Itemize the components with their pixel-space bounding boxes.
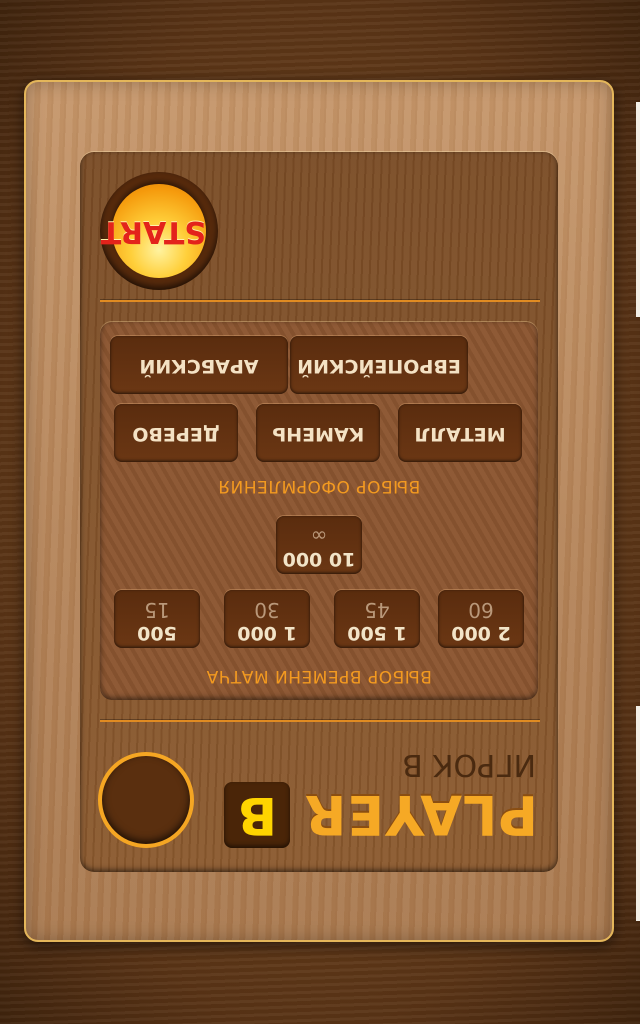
divider-top xyxy=(100,720,540,722)
edge-strip-bottom xyxy=(636,706,640,921)
player-header: PLAYER B ИГРОК B xyxy=(98,742,538,850)
edge-strip-top xyxy=(636,102,640,317)
player-indicator xyxy=(98,752,194,848)
start-button-socket: START xyxy=(100,172,218,290)
time-option-500[interactable]: 500 15 xyxy=(114,590,200,648)
player-subtitle: ИГРОК B xyxy=(402,747,536,782)
time-option-1500[interactable]: 1 500 45 xyxy=(334,590,420,648)
player-title: PLAYER B xyxy=(223,780,538,850)
start-button[interactable]: START xyxy=(101,184,206,278)
player-panel: PLAYER B ИГРОК B ВЫБОР ВРЕМЕНИ МАТЧА 500… xyxy=(80,152,558,872)
divider-bottom xyxy=(100,300,540,302)
style-option-stone[interactable]: КАМЕНЬ xyxy=(256,404,380,462)
options-panel: ВЫБОР ВРЕМЕНИ МАТЧА 500 15 1 000 30 1 50… xyxy=(100,322,538,700)
time-option-10000[interactable]: 10 000 ∞ xyxy=(276,516,362,574)
style-option-arabic[interactable]: АРАБСКИЙ xyxy=(110,336,288,394)
time-section-title: ВЫБОР ВРЕМЕНИ МАТЧА xyxy=(206,666,432,686)
time-option-1000[interactable]: 1 000 30 xyxy=(224,590,310,648)
style-section-title: ВЫБОР ОФОРМЛЕНИЯ xyxy=(217,476,421,496)
player-title-text: PLAYER xyxy=(303,783,538,847)
style-option-wood[interactable]: ДЕРЕВО xyxy=(114,404,238,462)
style-option-european[interactable]: ЕВРОПЕЙСКИЙ xyxy=(290,336,468,394)
style-option-metal[interactable]: МЕТАЛЛ xyxy=(398,404,522,462)
time-option-2000[interactable]: 2 000 60 xyxy=(438,590,524,648)
player-badge: B xyxy=(223,782,290,848)
